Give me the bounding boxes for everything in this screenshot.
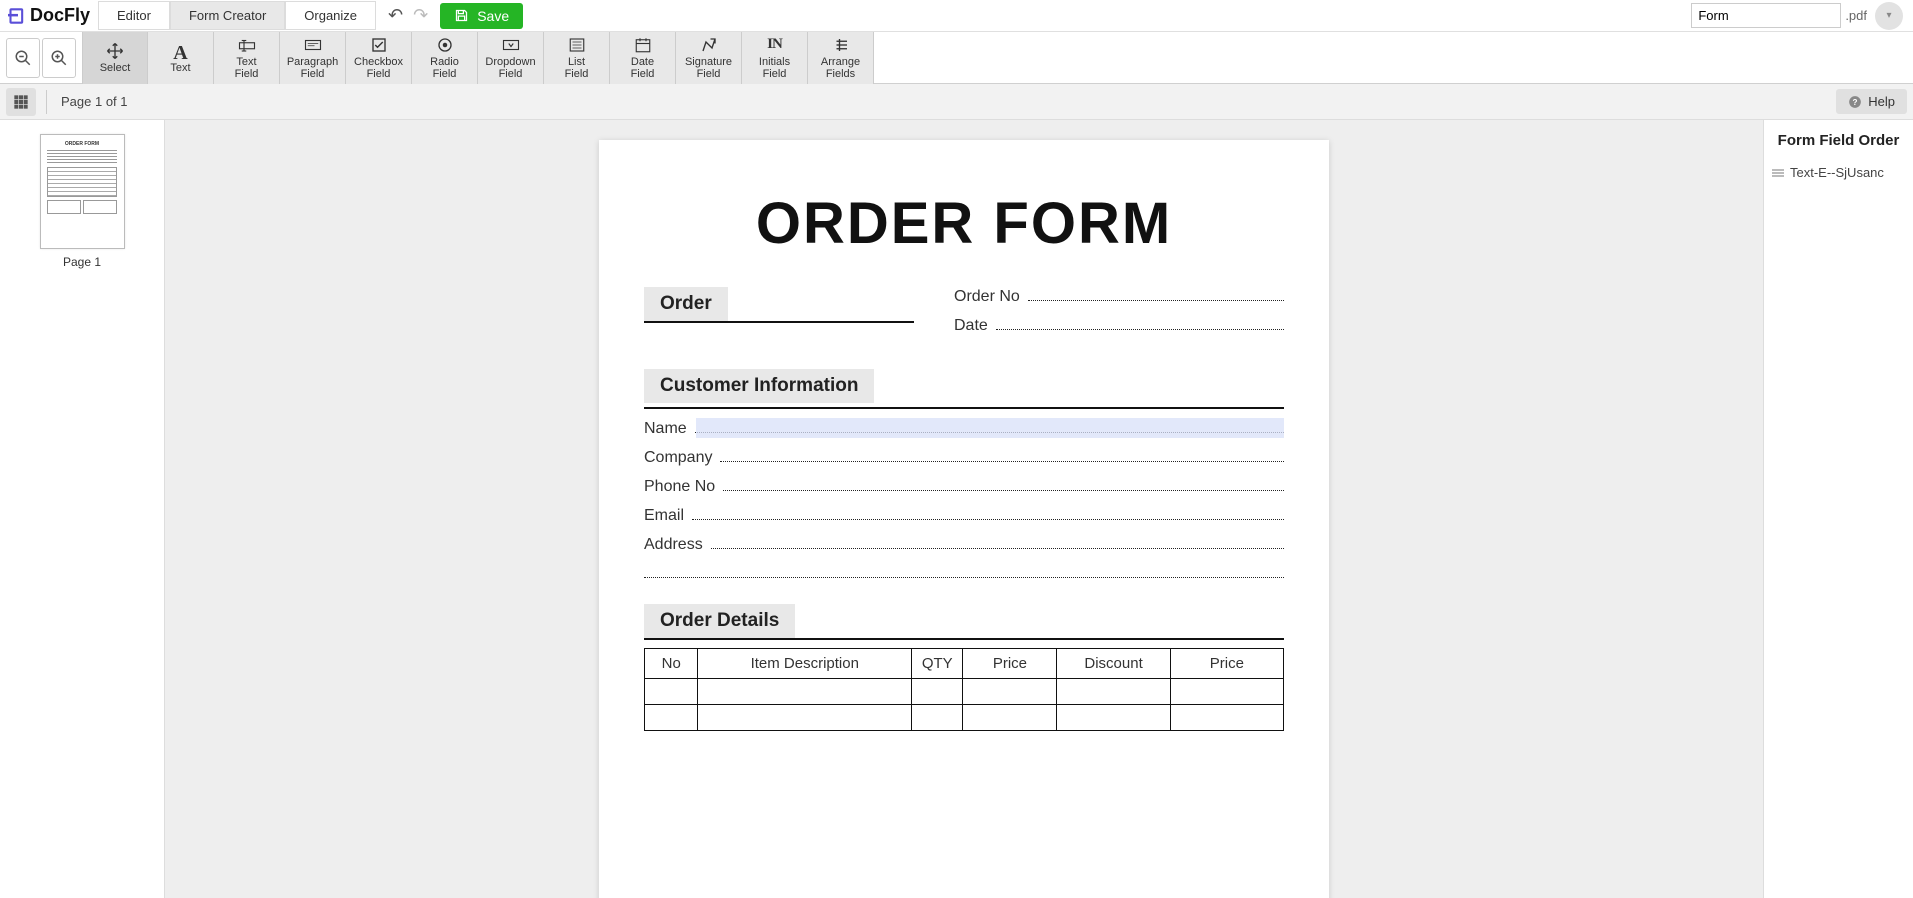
- tab-organize[interactable]: Organize: [285, 1, 376, 30]
- order-no-line: [1028, 287, 1284, 301]
- th-no: No: [645, 649, 698, 679]
- calendar-icon: [634, 36, 652, 54]
- brand-name: DocFly: [30, 5, 90, 26]
- radio-icon: [436, 36, 454, 54]
- th-discount: Discount: [1057, 649, 1170, 679]
- page-indicator: Page 1 of 1: [46, 90, 128, 114]
- save-icon: [454, 8, 469, 23]
- tool-text-field[interactable]: Text Field: [214, 32, 280, 84]
- initials-icon: IN: [766, 36, 784, 54]
- zoom-out-icon: [14, 49, 32, 67]
- tool-date-field[interactable]: Date Field: [610, 32, 676, 84]
- paragraph-field-icon: [304, 36, 322, 54]
- th-price: Price: [963, 649, 1057, 679]
- zoom-in-button[interactable]: [42, 38, 76, 78]
- thumbnails-toggle[interactable]: [6, 88, 36, 116]
- company-label: Company: [644, 449, 712, 467]
- tool-list-field[interactable]: List Field: [544, 32, 610, 84]
- page-thumbnail-1[interactable]: ORDER FORM: [40, 134, 125, 249]
- text-icon: A: [172, 42, 190, 60]
- tool-text[interactable]: AText: [148, 32, 214, 84]
- zoom-in-icon: [50, 49, 68, 67]
- help-icon: ?: [1848, 95, 1862, 109]
- undo-button[interactable]: ↶: [386, 3, 405, 28]
- phone-label: Phone No: [644, 478, 715, 496]
- tool-dropdown-field[interactable]: Dropdown Field: [478, 32, 544, 84]
- file-extension: .pdf: [1845, 8, 1867, 23]
- section-details-header: Order Details: [644, 604, 795, 638]
- tool-checkbox-field[interactable]: Checkbox Field: [346, 32, 412, 84]
- table-row: [645, 705, 1284, 731]
- filename-input[interactable]: [1691, 3, 1841, 28]
- tool-arrange-fields[interactable]: Arrange Fields: [808, 32, 874, 84]
- section-customer-header: Customer Information: [644, 369, 874, 403]
- text-field-icon: [238, 36, 256, 54]
- address-label: Address: [644, 536, 703, 554]
- tool-signature-field[interactable]: Signature Field: [676, 32, 742, 84]
- date-label: Date: [954, 317, 988, 335]
- tool-paragraph-field[interactable]: Paragraph Field: [280, 32, 346, 84]
- th-qty: QTY: [912, 649, 963, 679]
- field-order-item-0[interactable]: Text-E--SjUsanc: [1764, 161, 1913, 184]
- dropdown-icon: [502, 36, 520, 54]
- table-row: [645, 679, 1284, 705]
- arrange-icon: [832, 36, 850, 54]
- field-order-panel: Form Field Order Text-E--SjUsanc: [1763, 120, 1913, 898]
- user-menu[interactable]: ▾: [1875, 2, 1903, 30]
- checkbox-icon: [370, 36, 388, 54]
- zoom-out-button[interactable]: [6, 38, 40, 78]
- help-button[interactable]: ?Help: [1836, 89, 1907, 114]
- doc-title: ORDER FORM: [644, 190, 1284, 257]
- document-canvas[interactable]: ORDER FORM Order Order No Date Customer …: [165, 120, 1763, 898]
- th-price2: Price: [1170, 649, 1283, 679]
- redo-button[interactable]: ↷: [411, 3, 430, 28]
- signature-icon: [700, 36, 718, 54]
- tab-form-creator[interactable]: Form Creator: [170, 1, 285, 30]
- name-text-field[interactable]: [696, 418, 1284, 438]
- email-label: Email: [644, 507, 684, 525]
- page-1: ORDER FORM Order Order No Date Customer …: [599, 140, 1329, 898]
- th-desc: Item Description: [698, 649, 912, 679]
- order-table: No Item Description QTY Price Discount P…: [644, 648, 1284, 731]
- thumbnails-sidebar: ORDER FORM Page 1: [0, 120, 165, 898]
- drag-handle-icon: [1772, 168, 1784, 178]
- name-label: Name: [644, 420, 687, 438]
- date-line: [996, 316, 1284, 330]
- save-label: Save: [477, 8, 509, 24]
- tab-editor[interactable]: Editor: [98, 1, 170, 30]
- save-button[interactable]: Save: [440, 3, 523, 29]
- move-icon: [106, 42, 124, 60]
- section-order-header: Order: [644, 287, 728, 321]
- grid-icon: [13, 94, 29, 110]
- brand-logo-icon: [8, 6, 28, 26]
- svg-text:?: ?: [1853, 97, 1858, 106]
- order-no-label: Order No: [954, 288, 1020, 306]
- tool-select[interactable]: Select: [82, 32, 148, 84]
- tool-radio-field[interactable]: Radio Field: [412, 32, 478, 84]
- tool-initials-field[interactable]: INInitials Field: [742, 32, 808, 84]
- thumbnail-label: Page 1: [63, 255, 101, 269]
- list-field-icon: [568, 36, 586, 54]
- brand-logo[interactable]: DocFly: [4, 5, 90, 26]
- panel-title: Form Field Order: [1764, 120, 1913, 161]
